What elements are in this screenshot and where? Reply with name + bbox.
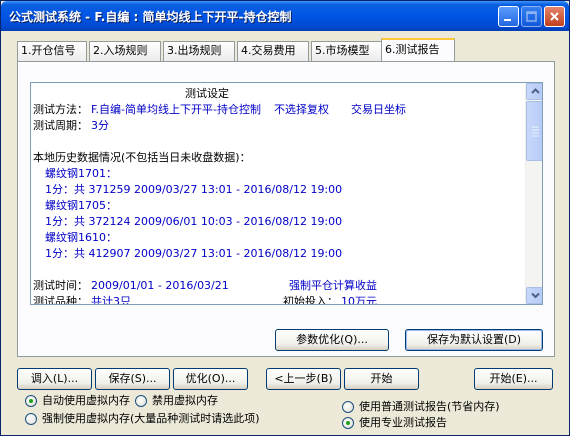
- period-value: 3分: [91, 119, 109, 132]
- test-report-textbox[interactable]: 测试设定 测试方法： F.自编-简单均线上下开平-持仓控制 不选择复权 交易日坐…: [30, 82, 543, 305]
- forced-close-note: 强制平仓计算收益: [289, 279, 377, 292]
- variety-value: 共计3只: [91, 295, 131, 305]
- instrument-range-line: 1分：共 372124 2009/06/01 10:03 - 2016/08/1…: [33, 214, 523, 230]
- instrument-range: 1分：共 372124 2009/06/01 10:03 - 2016/08/1…: [45, 215, 343, 228]
- main-window: 公式测试系统 - F.自编 : 简单均线上下开平-持仓控制 1.开仓信号 2.入…: [0, 0, 570, 436]
- vertical-scrollbar[interactable]: [525, 83, 542, 304]
- instrument-name-line: 螺纹钢1610：: [33, 230, 523, 246]
- variety-line: 测试品种： 共计3只 初始投入： 10万元: [33, 294, 523, 305]
- method-value: F.自编-简单均线上下开平-持仓控制: [91, 103, 261, 116]
- scroll-thumb[interactable]: [526, 101, 542, 161]
- normal-report-label: 使用普通测试报告(节省内存): [359, 400, 500, 413]
- instrument-range-line: 1分：共 371259 2009/03/27 13:01 - 2016/08/1…: [33, 182, 523, 198]
- title-bar[interactable]: 公式测试系统 - F.自编 : 简单均线上下开平-持仓控制: [1, 1, 569, 31]
- report-heading-line: 测试设定: [33, 86, 523, 102]
- force-vm-label: 强制使用虚拟内存(大量品种测试时请选此项): [42, 412, 260, 425]
- radio-selected-icon: [25, 395, 37, 407]
- period-label: 测试周期：: [33, 119, 88, 132]
- report-heading: 测试设定: [185, 87, 229, 100]
- local-data-line: 本地历史数据情况(不包括当日未收盘数据)：: [33, 150, 523, 166]
- instrument-name: 螺纹钢1701：: [45, 167, 117, 180]
- radio-unselected-icon: [25, 413, 37, 425]
- tab-exit-rules[interactable]: 3.出场规则: [163, 41, 235, 61]
- trade-axis-option: 交易日坐标: [351, 103, 406, 116]
- radio-unselected-icon: [342, 401, 354, 413]
- scroll-down-button[interactable]: [526, 287, 542, 304]
- close-icon: [550, 12, 559, 21]
- minimize-icon: [504, 19, 511, 21]
- maximize-button: [521, 6, 542, 27]
- method-label: 测试方法：: [33, 103, 88, 116]
- start-dialog-button[interactable]: 开始(E)...: [474, 368, 553, 390]
- instrument-name: 螺纹钢1705：: [45, 199, 117, 212]
- start-button[interactable]: 开始: [344, 368, 419, 390]
- previous-step-button[interactable]: <上一步(B): [266, 368, 341, 390]
- window-title: 公式测试系统 - F.自编 : 简单均线上下开平-持仓控制: [9, 10, 292, 24]
- close-button[interactable]: [544, 6, 565, 27]
- radio-unselected-icon: [135, 395, 147, 407]
- tab-panel: 测试设定 测试方法： F.自编-简单均线上下开平-持仓控制 不选择复权 交易日坐…: [17, 61, 555, 357]
- time-value: 2009/01/01 - 2016/03/21: [91, 279, 229, 292]
- time-line: 测试时间： 2009/01/01 - 2016/03/21 强制平仓计算收益: [33, 278, 523, 294]
- time-label: 测试时间：: [33, 279, 88, 292]
- tab-market-model[interactable]: 5.市场模型: [311, 41, 383, 61]
- minimize-button[interactable]: [498, 6, 519, 27]
- local-data-heading: 本地历史数据情况(不包括当日未收盘数据)：: [33, 151, 251, 164]
- maximize-icon: [526, 11, 537, 22]
- instrument-name: 螺纹钢1610：: [45, 231, 117, 244]
- save-button[interactable]: 保存(S)...: [95, 368, 170, 390]
- tab-test-report[interactable]: 6.测试报告: [381, 38, 455, 61]
- save-default-button[interactable]: 保存为默认设置(D): [405, 329, 543, 351]
- param-optimize-button[interactable]: 参数优化(Q)...: [275, 329, 389, 351]
- chevron-down-icon: [531, 292, 540, 299]
- chevron-up-icon: [531, 88, 540, 94]
- instrument-range: 1分：共 412907 2009/03/27 13:01 - 2016/08/1…: [45, 247, 343, 260]
- tab-open-signal[interactable]: 1.开仓信号: [17, 41, 87, 61]
- optimize-button[interactable]: 优化(O)...: [173, 368, 248, 390]
- instrument-name-line: 螺纹钢1705：: [33, 198, 523, 214]
- instrument-range-line: 1分：共 412907 2009/03/27 13:01 - 2016/08/1…: [33, 246, 523, 262]
- variety-label: 测试品种：: [33, 295, 88, 305]
- period-line: 测试周期： 3分: [33, 118, 523, 134]
- no-rights-option: 不选择复权: [274, 103, 329, 116]
- initial-value: 10万元: [341, 295, 377, 305]
- scroll-up-button[interactable]: [526, 83, 542, 100]
- instrument-name-line: 螺纹钢1701：: [33, 166, 523, 182]
- grip-icon: [532, 126, 539, 137]
- auto-vm-label: 自动使用虚拟内存: [42, 394, 130, 407]
- tab-trade-fees[interactable]: 4.交易费用: [237, 41, 309, 61]
- tab-entry-rules[interactable]: 2.入场规则: [89, 41, 161, 61]
- pro-report-label: 使用专业测试报告: [359, 416, 447, 429]
- disable-vm-label: 禁用虚拟内存: [152, 394, 218, 407]
- load-button[interactable]: 调入(L)...: [17, 368, 92, 390]
- instrument-range: 1分：共 371259 2009/03/27 13:01 - 2016/08/1…: [45, 183, 343, 196]
- radio-selected-icon: [342, 417, 354, 429]
- method-line: 测试方法： F.自编-简单均线上下开平-持仓控制 不选择复权 交易日坐标: [33, 102, 523, 118]
- initial-label: 初始投入：: [283, 295, 338, 305]
